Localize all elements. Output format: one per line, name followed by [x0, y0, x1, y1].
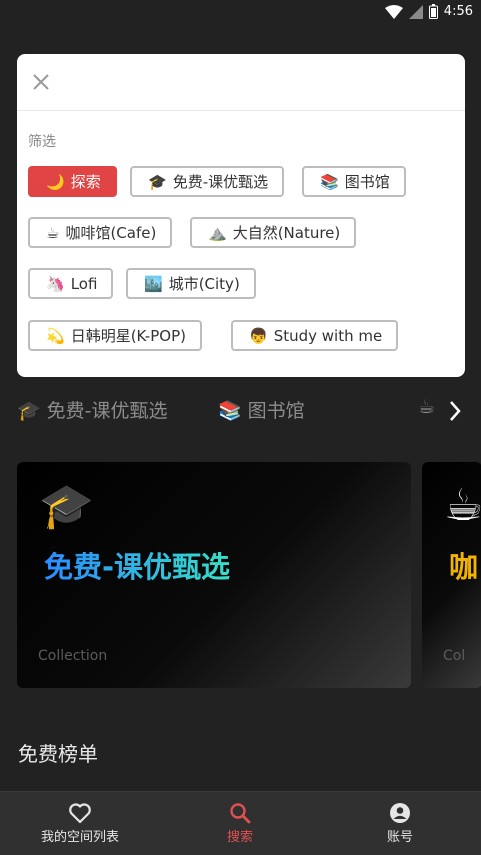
coffee-icon: ☕: [46, 223, 60, 242]
chip-label: 咖啡馆(Cafe): [65, 224, 157, 242]
chip-label: 图书馆: [344, 173, 390, 191]
filter-chip-cafe[interactable]: ☕ 咖啡馆(Cafe): [28, 217, 173, 248]
bottom-nav: 我的空间列表 搜索 账号: [0, 791, 481, 855]
coffee-icon: ☕: [444, 480, 481, 531]
filter-chip-free[interactable]: 🎓 免费-课优甄选: [130, 166, 285, 197]
category-tab-cafe[interactable]: ☕: [418, 396, 441, 418]
graduation-cap-icon: 🎓: [17, 400, 41, 422]
filter-chip-city[interactable]: 🏙️ 城市(City): [126, 268, 256, 299]
category-tabs: 🎓 免费-课优甄选 📚 图书馆 ☕: [0, 396, 481, 428]
nav-account[interactable]: 账号: [320, 802, 480, 845]
chevron-right-icon[interactable]: [449, 400, 461, 422]
filter-dialog: 筛选 🌙 探索 🎓 免费-课优甄选 📚 图书馆 ☕ 咖啡馆(Cafe) ⛰️ 大自然(Na…: [17, 54, 465, 377]
search-icon: [230, 803, 251, 824]
filter-chip-explore[interactable]: 🌙 探索: [28, 166, 117, 197]
dialog-header: [17, 54, 465, 111]
books-icon: 📚: [218, 400, 242, 422]
filter-chip-nature[interactable]: ⛰️ 大自然(Nature): [190, 217, 357, 248]
nav-label: 我的空间列表: [40, 830, 119, 845]
nav-my-spaces[interactable]: 我的空间列表: [0, 802, 160, 845]
status-time: 4:56: [443, 4, 473, 19]
account-icon: [390, 803, 410, 823]
status-bar: 4:56: [0, 0, 481, 26]
filter-label: 筛选: [28, 134, 56, 150]
filter-chip-lofi[interactable]: 🦄 Lofi: [28, 268, 114, 299]
category-tab-label: 图书馆: [247, 400, 305, 422]
unicorn-icon: 🦄: [46, 274, 65, 293]
section-title: 免费榜单: [18, 742, 98, 766]
chip-label: 探索: [70, 173, 101, 191]
moon-icon: 🌙: [46, 172, 65, 191]
battery-icon: [428, 4, 438, 19]
chip-label: 城市(City): [168, 275, 240, 293]
city-icon: 🏙️: [144, 274, 163, 293]
status-icons: 4:56: [384, 4, 473, 19]
coffee-icon: ☕: [418, 396, 436, 418]
category-tab-free[interactable]: 🎓 免费-课优甄选: [17, 396, 168, 423]
graduation-cap-icon: 🎓: [39, 481, 94, 532]
heart-icon: [69, 803, 91, 824]
chip-label: 大自然(Nature): [232, 224, 341, 242]
chip-label: 免费-课优甄选: [172, 173, 269, 191]
collection-card[interactable]: 🎓 免费-课优甄选 Collection: [17, 462, 411, 688]
nav-label: 搜索: [226, 830, 253, 845]
graduation-cap-icon: 🎓: [148, 172, 167, 191]
boy-icon: 👦: [249, 326, 268, 345]
dizzy-star-icon: 💫: [46, 326, 65, 345]
collection-card-title: 咖: [449, 550, 479, 584]
collection-card-subtitle: Col: [443, 648, 466, 664]
books-icon: 📚: [320, 172, 339, 191]
category-tab-label: 免费-课优甄选: [46, 400, 168, 422]
mountain-icon: ⛰️: [208, 223, 227, 242]
collection-card[interactable]: ☕ 咖 Col: [422, 462, 481, 688]
chip-label: 日韩明星(K-POP): [70, 327, 186, 345]
wifi-icon: [384, 4, 403, 19]
collection-card-subtitle: Collection: [38, 648, 108, 664]
nav-label: 账号: [386, 830, 413, 845]
filter-chip-kpop[interactable]: 💫 日韩明星(K-POP): [28, 320, 202, 351]
filter-chip-study[interactable]: 👦 Study with me: [231, 320, 399, 351]
signal-icon: [408, 4, 423, 19]
category-tab-library[interactable]: 📚 图书馆: [218, 396, 305, 423]
chip-label: Lofi: [70, 274, 98, 293]
filter-chip-library[interactable]: 📚 图书馆: [302, 166, 406, 197]
nav-search[interactable]: 搜索: [160, 802, 320, 845]
close-icon[interactable]: [29, 70, 53, 94]
chip-label: Study with me: [273, 326, 383, 345]
collection-card-title: 免费-课优甄选: [44, 544, 230, 586]
